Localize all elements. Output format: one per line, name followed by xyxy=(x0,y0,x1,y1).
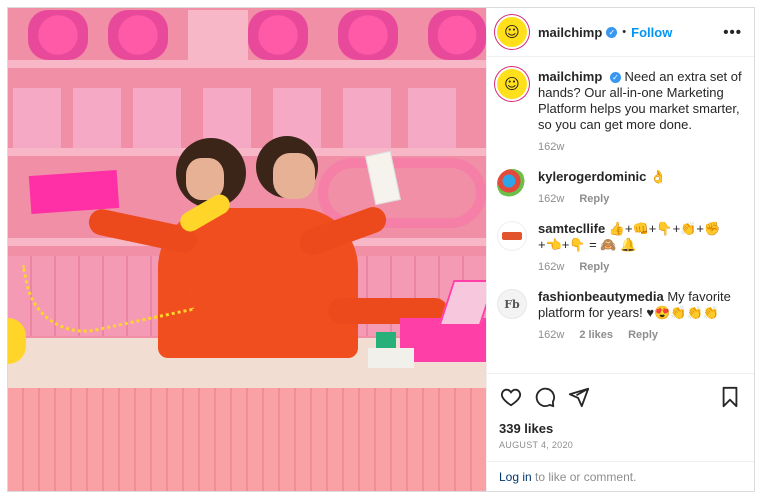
photo-pom xyxy=(428,10,486,60)
photo-card xyxy=(376,332,396,348)
photo-pom xyxy=(188,10,248,60)
commenter-avatar[interactable] xyxy=(497,221,527,251)
caption-body: mailchimp ✓ Need an extra set of hands? … xyxy=(538,69,742,155)
commenter-avatar[interactable]: Fb xyxy=(497,289,527,319)
comment-body: samtecllife 👍+👊+👇+👏+✊+👈+👇 = 🙈 🔔 162w Rep… xyxy=(538,221,742,275)
verified-badge-icon: ✓ xyxy=(609,72,621,84)
comment-text: 👌 xyxy=(650,169,667,184)
samtec-logo-icon xyxy=(502,232,522,240)
comment-meta: 162w Reply xyxy=(538,259,742,275)
comment-item: kylerogerdominic 👌 162w Reply xyxy=(497,169,742,207)
comment-meta: 162w 2 likes Reply xyxy=(538,327,742,343)
reply-button[interactable]: Reply xyxy=(579,261,609,273)
caption: ☺ mailchimp ✓ Need an extra set of hands… xyxy=(497,69,742,155)
comment-likes[interactable]: 2 likes xyxy=(579,329,613,341)
share-icon[interactable] xyxy=(567,385,591,409)
post-side-panel: ☺ mailchimp ✓ • Follow ••• ☺ mailchimp ✓… xyxy=(486,8,754,491)
comments-list[interactable]: ☺ mailchimp ✓ Need an extra set of hands… xyxy=(487,57,754,373)
comment-item: samtecllife 👍+👊+👇+👏+✊+👈+👇 = 🙈 🔔 162w Rep… xyxy=(497,221,742,275)
photo-box xyxy=(343,88,391,148)
post-actions: 339 likes AUGUST 4, 2020 Log in to like … xyxy=(487,373,754,491)
reply-button[interactable]: Reply xyxy=(628,329,658,341)
post-date: AUGUST 4, 2020 xyxy=(499,440,574,450)
header-username[interactable]: mailchimp xyxy=(538,25,602,40)
mailchimp-avatar[interactable]: ☺ xyxy=(497,69,527,99)
comment-meta: 162w Reply xyxy=(538,191,742,207)
header-separator: • xyxy=(622,26,627,38)
mailchimp-avatar[interactable]: ☺ xyxy=(497,17,527,47)
heart-icon[interactable] xyxy=(499,385,523,409)
post-photo[interactable] xyxy=(8,8,486,491)
photo-shelf-mid xyxy=(8,148,486,156)
photo-pom xyxy=(28,10,88,60)
caption-time[interactable]: 162w xyxy=(538,141,564,153)
photo-card-holder xyxy=(368,348,414,368)
caption-meta: 162w xyxy=(538,139,742,155)
caption-username[interactable]: mailchimp xyxy=(538,69,602,84)
photo-shelf-top xyxy=(8,60,486,68)
mailchimp-logo-icon: ☺ xyxy=(504,75,520,93)
comment-username[interactable]: samtecllife xyxy=(538,221,605,236)
photo-pom xyxy=(108,10,168,60)
comment-time[interactable]: 162w xyxy=(538,193,564,205)
login-prompt-text: to like or comment. xyxy=(531,470,637,484)
likes-count[interactable]: 339 likes xyxy=(499,421,742,436)
photo-box xyxy=(73,88,121,148)
action-icons xyxy=(499,382,742,412)
comment-time[interactable]: 162w xyxy=(538,261,564,273)
instagram-post: ☺ mailchimp ✓ • Follow ••• ☺ mailchimp ✓… xyxy=(7,7,755,492)
comment-icon[interactable] xyxy=(533,385,557,409)
photo-box xyxy=(408,88,456,148)
comment-body: fashionbeautymedia My favorite platform … xyxy=(538,289,742,343)
bookmark-icon[interactable] xyxy=(718,385,742,409)
comment-item: Fb fashionbeautymedia My favorite platfo… xyxy=(497,289,742,343)
photo-counter-front xyxy=(8,388,486,491)
post-header: ☺ mailchimp ✓ • Follow ••• xyxy=(487,8,754,57)
follow-button[interactable]: Follow xyxy=(631,25,672,40)
photo-pom xyxy=(248,10,308,60)
photo-box xyxy=(13,88,61,148)
reply-button[interactable]: Reply xyxy=(579,193,609,205)
verified-badge-icon: ✓ xyxy=(606,26,618,38)
comment-body: kylerogerdominic 👌 162w Reply xyxy=(538,169,742,207)
photo-pink-box xyxy=(28,169,120,215)
comment-time[interactable]: 162w xyxy=(538,329,564,341)
comment-username[interactable]: fashionbeautymedia xyxy=(538,289,664,304)
mailchimp-logo-icon: ☺ xyxy=(504,22,520,41)
photo-pom xyxy=(338,10,398,60)
login-link[interactable]: Log in xyxy=(499,470,532,484)
login-prompt: Log in to like or comment. xyxy=(487,461,754,491)
comment-username[interactable]: kylerogerdominic xyxy=(538,169,646,184)
commenter-avatar[interactable] xyxy=(497,169,527,199)
commenter-initials: Fb xyxy=(504,297,520,311)
photo-person-face xyxy=(273,153,315,199)
more-options-icon[interactable]: ••• xyxy=(723,24,742,41)
photo-box xyxy=(133,88,181,148)
